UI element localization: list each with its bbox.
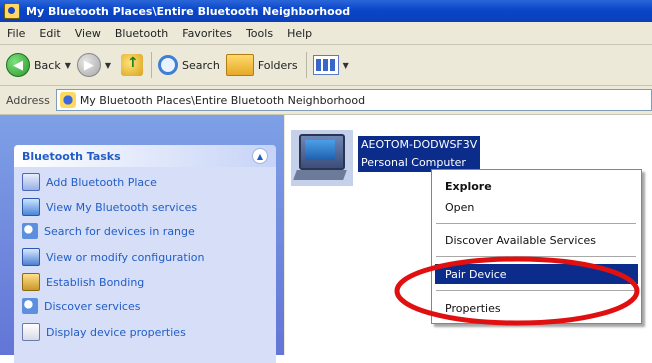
task-discover-services[interactable]: Discover services — [22, 298, 140, 314]
bluetooth-tasks-header[interactable]: Bluetooth Tasks ▲ — [14, 145, 276, 167]
search-icon — [22, 223, 38, 239]
bluetooth-tasks-title: Bluetooth Tasks — [22, 149, 121, 163]
explorer-window: My Bluetooth Places\Entire Bluetooth Nei… — [0, 0, 652, 363]
forward-arrow-icon: ▶ — [76, 53, 101, 77]
configuration-icon — [22, 248, 40, 266]
discover-icon — [22, 298, 38, 314]
toolbar: ◀ Back ▼ ▶ ▼ Search Folders ▼ — [0, 45, 652, 86]
search-label: Search — [182, 58, 220, 72]
menu-item-open[interactable]: Open — [435, 197, 638, 217]
monitor-icon — [299, 134, 345, 170]
task-add-bluetooth-place[interactable]: Add Bluetooth Place — [22, 173, 157, 191]
task-modify-configuration[interactable]: View or modify configuration — [22, 248, 205, 266]
title-bar[interactable]: My Bluetooth Places\Entire Bluetooth Nei… — [0, 0, 652, 22]
menu-favorites[interactable]: Favorites — [175, 27, 239, 40]
task-label: View or modify configuration — [46, 250, 205, 264]
views-icon — [312, 55, 339, 75]
task-establish-bonding[interactable]: Establish Bonding — [22, 273, 144, 291]
task-label: View My Bluetooth services — [46, 200, 198, 214]
views-dropdown-icon[interactable]: ▼ — [343, 61, 349, 70]
up-folder-icon[interactable] — [121, 54, 144, 76]
menu-bluetooth[interactable]: Bluetooth — [108, 27, 175, 40]
back-dropdown-icon[interactable]: ▼ — [65, 61, 71, 70]
task-label: Search for devices in range — [44, 224, 195, 238]
search-magnifier-icon — [158, 55, 179, 75]
folders-label: Folders — [257, 58, 298, 72]
services-icon — [22, 198, 40, 216]
menu-tools[interactable]: Tools — [239, 27, 280, 40]
address-bar: Address My Bluetooth Places\Entire Bluet… — [0, 86, 652, 115]
add-place-icon — [22, 173, 40, 191]
window-title: My Bluetooth Places\Entire Bluetooth Nei… — [26, 4, 351, 18]
computer-device-icon[interactable] — [291, 130, 353, 186]
forward-dropdown-icon[interactable]: ▼ — [105, 61, 111, 70]
toolbar-separator — [305, 52, 307, 78]
toolbar-separator — [151, 52, 153, 78]
task-label: Display device properties — [46, 325, 186, 339]
folders-button[interactable]: Folders — [225, 54, 298, 76]
red-annotation-ellipse — [394, 256, 640, 326]
address-field[interactable]: My Bluetooth Places\Entire Bluetooth Nei… — [55, 89, 652, 111]
device-label[interactable]: AEOTOM-DODWSF3V Personal Computer — [358, 136, 481, 172]
menu-item-explore[interactable]: Explore — [435, 176, 638, 196]
search-button[interactable]: Search — [158, 55, 220, 75]
task-label: Add Bluetooth Place — [46, 175, 157, 189]
bluetooth-tasks-panel: Bluetooth Tasks ▲ Add Bluetooth Place Vi… — [14, 145, 276, 363]
menu-edit[interactable]: Edit — [32, 27, 67, 40]
bluetooth-places-icon — [4, 3, 20, 19]
forward-button[interactable]: ▶ ▼ — [76, 53, 111, 77]
keyboard-icon — [293, 170, 347, 180]
views-button[interactable]: ▼ — [312, 55, 349, 75]
address-label: Address — [6, 93, 50, 107]
collapse-chevron-icon[interactable]: ▲ — [252, 148, 268, 164]
back-label: Back — [34, 58, 61, 72]
task-pane: Bluetooth Tasks ▲ Add Bluetooth Place Vi… — [0, 115, 284, 363]
menu-file[interactable]: File — [0, 27, 32, 40]
menu-item-discover-services[interactable]: Discover Available Services — [435, 230, 638, 250]
back-arrow-icon: ◀ — [6, 53, 30, 77]
menu-view[interactable]: View — [68, 27, 108, 40]
properties-icon — [22, 323, 40, 341]
bonding-icon — [22, 273, 40, 291]
bluetooth-neighborhood-icon — [59, 92, 76, 108]
back-button[interactable]: ◀ Back ▼ — [6, 53, 71, 77]
task-display-properties[interactable]: Display device properties — [22, 323, 186, 341]
menu-help[interactable]: Help — [280, 27, 319, 40]
task-label: Discover services — [44, 299, 141, 313]
device-name: AEOTOM-DODWSF3V — [361, 138, 478, 151]
task-search-devices[interactable]: Search for devices in range — [22, 223, 195, 239]
menu-separator — [436, 223, 636, 224]
folders-icon — [225, 54, 254, 76]
address-path: My Bluetooth Places\Entire Bluetooth Nei… — [79, 93, 366, 107]
task-label: Establish Bonding — [46, 275, 145, 289]
task-view-services[interactable]: View My Bluetooth services — [22, 198, 197, 216]
menu-bar: File Edit View Bluetooth Favorites Tools… — [0, 22, 652, 45]
